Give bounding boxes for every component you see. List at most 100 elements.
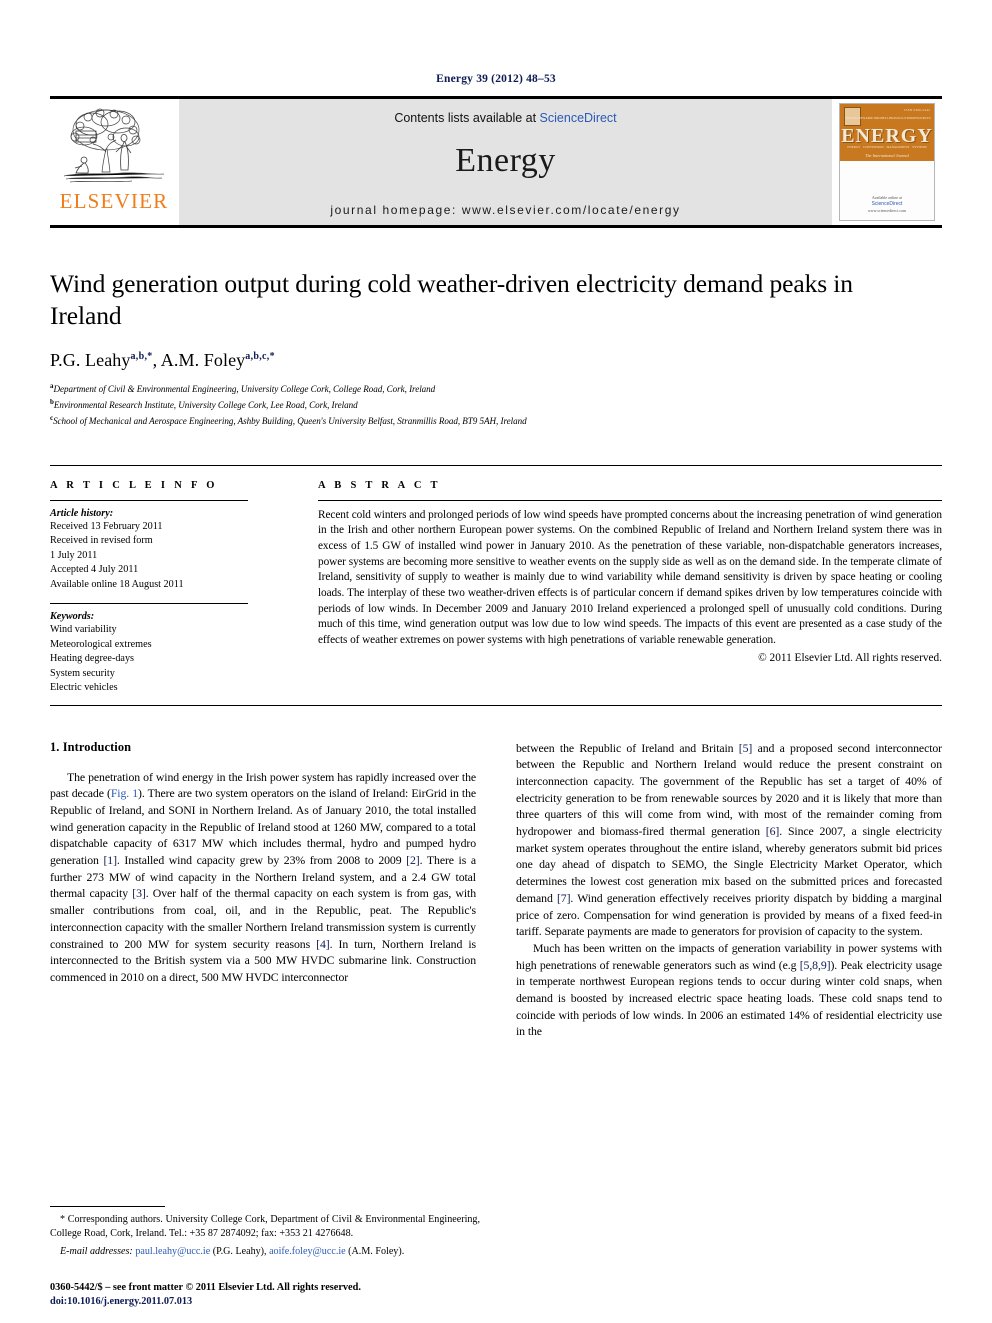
affiliation-text: Environmental Research Institute, Univer… [53,400,358,411]
cover-word: THERMODYNAMICS [845,116,876,120]
affiliation-list: aDepartment of Civil & Environmental Eng… [50,381,942,429]
keyword-item: Wind variability [50,624,117,636]
abstract-bottom-rule [50,704,942,706]
paragraph-intro-right-2: Much has been written on the impacts of … [516,940,942,1040]
footnote-area: * Corresponding authors. University Coll… [50,1205,480,1269]
cover-word: RESOURCES [912,116,931,120]
citation-link[interactable]: [1] [103,853,117,867]
author-list: P.G. Leahya,b,*, A.M. Foleya,b,c,* [50,350,275,371]
author-name: A.M. Foley [160,350,246,371]
contents-prefix: Contents lists available at [394,111,540,125]
abstract-rule [318,499,942,501]
affiliation-item: cSchool of Mechanical and Aerospace Engi… [50,413,942,429]
email-owner: (A.M. Foley). [348,1245,405,1257]
email-label: E-mail addresses: [60,1245,133,1257]
cover-word: POLLUTION [894,116,913,120]
history-item: Accepted 4 July 2011 [50,564,139,576]
author-name: P.G. Leahy [50,350,131,371]
affiliation-item: bEnvironmental Research Institute, Unive… [50,397,942,413]
keyword-item: Meteorological extremes [50,638,152,650]
body-columns: 1. Introduction The penetration of wind … [50,740,942,1040]
elsevier-tree-icon [63,108,165,183]
affiliation-text: Department of Civil & Environmental Engi… [53,384,436,395]
journal-title: Energy [455,142,556,179]
doi-link[interactable]: doi:10.1016/j.energy.2011.07.013 [50,1295,510,1309]
cover-word: MANAGEMENT [886,145,910,149]
abstract-column: A B S T R A C T Recent cold winters and … [268,466,942,696]
citation-link[interactable]: [3] [132,886,146,900]
cover-tagline: The International Journal [865,153,909,158]
abstract-heading: A B S T R A C T [318,479,441,491]
cover-topic-words-bottom: ENERGY CONVERSION MANAGEMENT SYSTEMS [840,145,934,149]
citation-link[interactable]: [2] [406,853,420,867]
citation-link[interactable]: [5] [739,741,753,755]
keyword-item: Electric vehicles [50,682,118,694]
citation-link[interactable]: [5,8,9] [800,958,831,972]
article-history-label: Article history: [50,507,114,519]
cover-word: ENERGY [847,145,861,149]
sciencedirect-link[interactable]: ScienceDirect [540,111,617,125]
history-item: Received 13 February 2011 [50,520,163,532]
history-item: 1 July 2011 [50,549,98,561]
cover-platform-url: www.sciencedirect.com [867,208,907,213]
email-addresses-note: E-mail addresses: paul.leahy@ucc.ie (P.G… [60,1245,405,1257]
email-link[interactable]: aoife.foley@ucc.ie [269,1246,346,1257]
email-owner: (P.G. Leahy) [212,1245,265,1257]
para-text: . Wind generation effectively receives p… [516,890,943,939]
imprint-block: 0360-5442/$ – see front matter © 2011 El… [50,1281,510,1309]
history-item: Available online 18 August 2011 [50,578,184,590]
cover-footer: Available online at ScienceDirect www.sc… [840,195,934,215]
info-abstract-block: A R T I C L E I N F O Article history: R… [50,464,942,696]
author-affiliation-marks: a,b,* [130,351,153,363]
contents-available-line: Contents lists available at ScienceDirec… [394,111,616,125]
cover-journal-title: ENERGY [841,124,933,147]
cover-issn: ISSN 0360-5442 [904,108,930,112]
front-matter-line: 0360-5442/$ – see front matter © 2011 El… [50,1281,361,1293]
cover-word: CONVERSION [863,145,884,149]
cover-sciencedirect-logo: ScienceDirect [871,200,903,207]
section-heading-introduction: 1. Introduction [50,739,132,754]
keywords-rule [50,603,248,605]
article-first-page: Energy 39 (2012) 48–53 ELSEVIER Contents… [0,0,992,1323]
abstract-copyright: © 2011 Elsevier Ltd. All rights reserved… [758,651,942,664]
author-affiliation-marks: a,b,c,* [245,351,275,363]
article-info-heading: A R T I C L E I N F O [50,479,218,491]
running-head: Energy 39 (2012) 48–53 [436,73,556,85]
affiliation-text: School of Mechanical and Aerospace Engin… [53,415,527,426]
paragraph-intro-left: The penetration of wind energy in the Ir… [50,769,476,986]
body-column-left: 1. Introduction The penetration of wind … [50,740,476,1040]
keyword-item: Heating degree-days [50,653,135,665]
citation-link[interactable]: [7] [557,891,571,905]
journal-masthead: ELSEVIER Contents lists available at Sci… [50,96,942,225]
affiliation-item: aDepartment of Civil & Environmental Eng… [50,381,942,397]
journal-cover-thumbnail[interactable]: ISSN 0360-5442 THERMODYNAMICS MODELLING … [832,99,942,225]
corresponding-author-note: * Corresponding authors. University Coll… [50,1213,480,1239]
para-text: between the Republic of Ireland and Brit… [516,740,739,755]
keyword-item: System security [50,667,115,679]
cover-word: SYSTEMS [912,145,927,149]
paragraph-intro-right-1: between the Republic of Ireland and Brit… [516,740,942,940]
body-column-right: between the Republic of Ireland and Brit… [516,740,942,1040]
cover-image: ISSN 0360-5442 THERMODYNAMICS MODELLING … [839,103,935,221]
citation-link[interactable]: [4] [316,937,330,951]
figure-reference-link[interactable]: Fig. 1 [111,786,138,800]
cover-top-band: ISSN 0360-5442 THERMODYNAMICS MODELLING … [840,104,934,161]
cover-lower-area: Available online at ScienceDirect www.sc… [840,161,934,220]
citation-link[interactable]: [6] [766,824,780,838]
abstract-text: Recent cold winters and prolonged period… [318,508,942,646]
cover-word: MODELLING [875,116,895,120]
para-text: . Installed wind capacity grew by 23% fr… [116,853,407,868]
article-info-column: A R T I C L E I N F O Article history: R… [50,466,268,696]
footnote-rule [50,1205,165,1207]
keywords-label: Keywords: [50,611,95,623]
elsevier-wordmark: ELSEVIER [59,189,169,213]
journal-homepage-link[interactable]: journal homepage: www.elsevier.com/locat… [330,203,680,217]
cover-topic-words-top: THERMODYNAMICS MODELLING POLLUTION RESOU… [840,116,934,120]
sciencedirect-banner: Contents lists available at ScienceDirec… [178,99,832,225]
page-title: Wind generation output during cold weath… [50,269,853,331]
elsevier-brand: ELSEVIER [50,99,178,225]
masthead-bottom-rule [50,225,942,228]
history-item: Received in revised form [50,535,153,547]
email-link[interactable]: paul.leahy@ucc.ie [135,1246,210,1257]
